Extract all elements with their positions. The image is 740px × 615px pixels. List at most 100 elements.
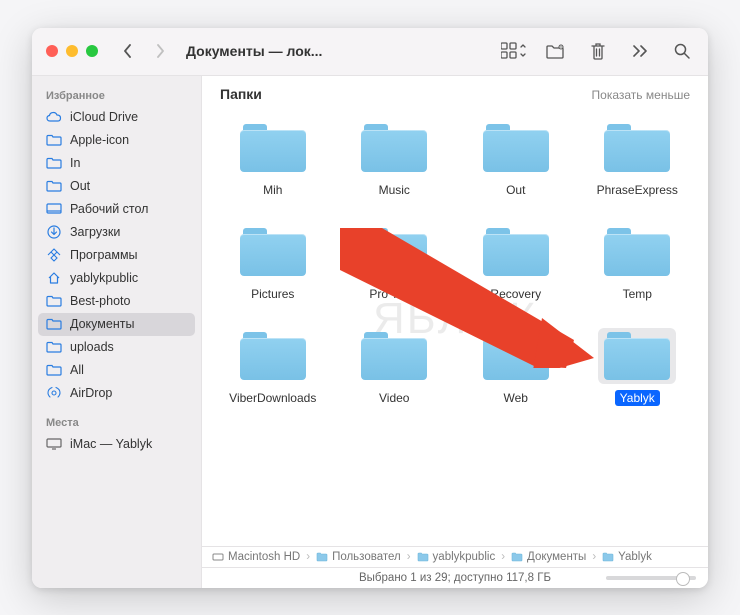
grid-icon bbox=[501, 42, 527, 60]
breadcrumb-label: Macintosh HD bbox=[228, 551, 300, 563]
folder-item[interactable]: Pictures bbox=[212, 220, 334, 306]
folder-label: Video bbox=[374, 390, 414, 406]
trash-button[interactable] bbox=[584, 37, 612, 65]
airdrop-icon bbox=[46, 385, 62, 401]
sidebar-section-places: Места bbox=[32, 411, 201, 433]
more-button[interactable] bbox=[626, 37, 654, 65]
folder-item[interactable]: Recovery bbox=[455, 220, 577, 306]
folder-item[interactable]: ViberDownloads bbox=[212, 324, 334, 410]
folder-item[interactable]: Web bbox=[455, 324, 577, 410]
sidebar-item-label: Документы bbox=[70, 317, 134, 331]
sidebar-item-label: iCloud Drive bbox=[70, 110, 138, 124]
show-less-link[interactable]: Показать меньше bbox=[592, 88, 690, 102]
folder-icon bbox=[483, 228, 549, 276]
sidebar-item-documents[interactable]: Документы bbox=[38, 313, 195, 336]
minimize-button[interactable] bbox=[66, 45, 78, 57]
desktop-icon bbox=[46, 201, 62, 217]
sidebar-item-desktop[interactable]: Рабочий стол bbox=[32, 198, 201, 221]
main-content: Папки Показать меньше ЯБЛЫК MihMusicOutP… bbox=[202, 76, 708, 588]
folder-icon bbox=[361, 332, 427, 380]
breadcrumb[interactable]: Документы bbox=[511, 551, 586, 563]
close-button[interactable] bbox=[46, 45, 58, 57]
breadcrumb-label: Yablyk bbox=[618, 551, 652, 563]
sidebar-item-best-photo[interactable]: Best-photo bbox=[32, 290, 201, 313]
display-icon bbox=[46, 436, 62, 452]
folder-item[interactable]: Music bbox=[334, 116, 456, 202]
sidebar-item-label: All bbox=[70, 363, 84, 377]
sidebar-item-label: Программы bbox=[70, 248, 138, 262]
folder-item[interactable]: Out bbox=[455, 116, 577, 202]
chevron-right-icon bbox=[154, 43, 166, 59]
folder-icon bbox=[604, 332, 670, 380]
breadcrumb-label: Документы bbox=[527, 551, 586, 563]
breadcrumb[interactable]: Yablyk bbox=[602, 551, 652, 563]
sidebar-item-apple-icon[interactable]: Apple-icon bbox=[32, 129, 201, 152]
breadcrumb-separator: › bbox=[407, 551, 411, 563]
status-text: Выбрано 1 из 29; доступно 117,8 ГБ bbox=[359, 572, 551, 584]
folder-icon bbox=[240, 228, 306, 276]
sidebar-item-downloads[interactable]: Загрузки bbox=[32, 221, 201, 244]
folder-item[interactable]: Pro Tools bbox=[334, 220, 456, 306]
search-icon bbox=[673, 42, 691, 60]
trash-icon bbox=[589, 41, 607, 61]
folder-icon bbox=[483, 124, 549, 172]
folder-icon bbox=[46, 316, 62, 332]
sidebar-item-icloud[interactable]: iCloud Drive bbox=[32, 106, 201, 129]
sidebar-item-label: uploads bbox=[70, 340, 114, 354]
sidebar-item-airdrop[interactable]: AirDrop bbox=[32, 382, 201, 405]
folder-label: PhraseExpress bbox=[592, 182, 683, 198]
folder-icon bbox=[240, 124, 306, 172]
view-options-button[interactable] bbox=[500, 37, 528, 65]
folder-label: Pictures bbox=[246, 286, 299, 302]
sidebar-item-imac[interactable]: iMac — Yablyk bbox=[32, 433, 201, 456]
zoom-button[interactable] bbox=[86, 45, 98, 57]
forward-button[interactable] bbox=[148, 39, 172, 63]
back-button[interactable] bbox=[116, 39, 140, 63]
sidebar-item-out[interactable]: Out bbox=[32, 175, 201, 198]
folder-icon bbox=[604, 228, 670, 276]
folder-icon bbox=[46, 293, 62, 309]
folder-item[interactable]: Video bbox=[334, 324, 456, 410]
group-button[interactable] bbox=[542, 37, 570, 65]
folder-item[interactable]: Temp bbox=[577, 220, 699, 306]
path-bar: Macintosh HD › Пользовател › yablykpublic › До… bbox=[202, 546, 708, 567]
folder-icon bbox=[46, 339, 62, 355]
icon-size-slider[interactable] bbox=[606, 576, 696, 580]
sidebar-item-label: Рабочий стол bbox=[70, 202, 148, 216]
folder-grid: ЯБЛЫК MihMusicOutPhraseExpressPicturesPr… bbox=[202, 110, 708, 546]
breadcrumb[interactable]: Macintosh HD bbox=[212, 551, 300, 563]
breadcrumb[interactable]: yablykpublic bbox=[417, 551, 496, 563]
sidebar-item-label: Apple-icon bbox=[70, 133, 129, 147]
breadcrumb[interactable]: Пользовател bbox=[316, 551, 401, 563]
sidebar-item-uploads[interactable]: uploads bbox=[32, 336, 201, 359]
folder-item[interactable]: Mih bbox=[212, 116, 334, 202]
sidebar-item-label: In bbox=[70, 156, 80, 170]
folder-label: Yablyk bbox=[615, 390, 660, 406]
sidebar-item-in[interactable]: In bbox=[32, 152, 201, 175]
status-bar: Выбрано 1 из 29; доступно 117,8 ГБ bbox=[202, 567, 708, 588]
sidebar: Избранное iCloud Drive Apple-icon In Out… bbox=[32, 76, 202, 588]
home-icon bbox=[46, 270, 62, 286]
sidebar-item-label: Best-photo bbox=[70, 294, 130, 308]
search-button[interactable] bbox=[668, 37, 696, 65]
folder-icon bbox=[316, 552, 328, 562]
breadcrumb-label: yablykpublic bbox=[433, 551, 496, 563]
folder-icon bbox=[417, 552, 429, 562]
folder-icon bbox=[46, 178, 62, 194]
chevron-left-icon bbox=[122, 43, 134, 59]
breadcrumb-label: Пользовател bbox=[332, 551, 401, 563]
folder-icon bbox=[361, 228, 427, 276]
folder-icon bbox=[240, 332, 306, 380]
sidebar-item-label: Загрузки bbox=[70, 225, 120, 239]
sidebar-item-home[interactable]: yablykpublic bbox=[32, 267, 201, 290]
folder-label: Temp bbox=[618, 286, 657, 302]
breadcrumb-separator: › bbox=[306, 551, 310, 563]
sidebar-item-all[interactable]: All bbox=[32, 359, 201, 382]
folder-icon bbox=[483, 332, 549, 380]
folder-item[interactable]: Yablyk bbox=[577, 324, 699, 410]
sidebar-item-applications[interactable]: Программы bbox=[32, 244, 201, 267]
folder-label: Pro Tools bbox=[364, 286, 424, 302]
folder-icon bbox=[361, 124, 427, 172]
breadcrumb-separator: › bbox=[501, 551, 505, 563]
folder-item[interactable]: PhraseExpress bbox=[577, 116, 699, 202]
